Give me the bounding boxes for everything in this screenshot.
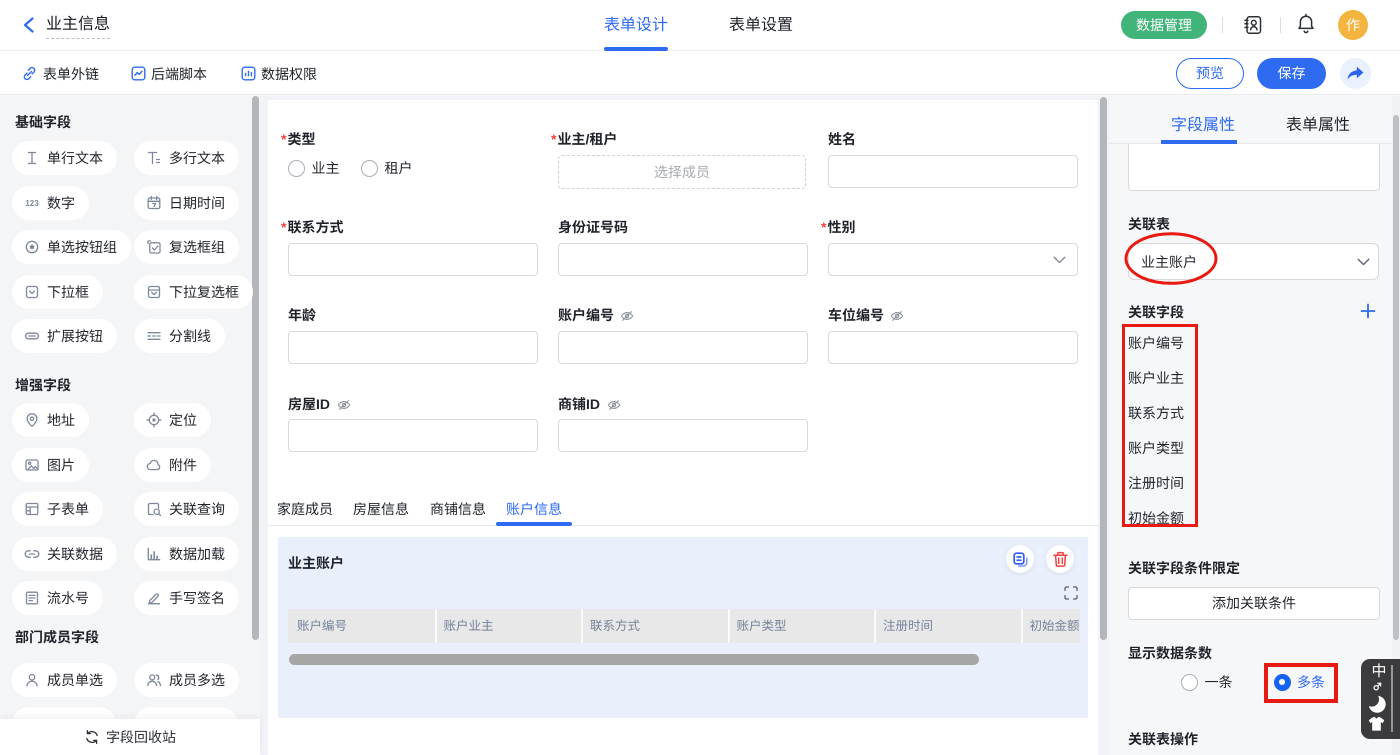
svg-text:123: 123 — [25, 199, 39, 208]
